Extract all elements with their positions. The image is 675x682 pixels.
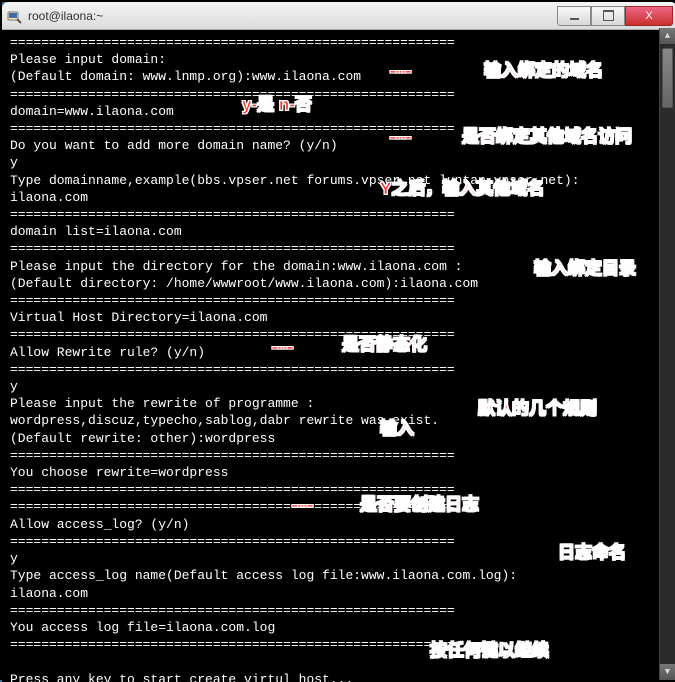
annotation-input-directory: 输入绑定目录 — [534, 260, 636, 277]
rewrite-confirm: You choose rewrite=wordpress — [10, 465, 228, 480]
separator: ========================================… — [10, 241, 455, 256]
input-y: y — [10, 551, 18, 566]
scrollbar[interactable]: ▲ ▼ — [659, 28, 675, 680]
arrow-icon: ━━━ — [390, 130, 408, 147]
vhost-directory: Virtual Host Directory=ilaona.com — [10, 310, 267, 325]
directory-prompt: Please input the directory for the domai… — [10, 259, 462, 274]
arrow-icon: ━━━ — [272, 340, 290, 357]
annotation-create-log: 是否要创建日志 — [360, 496, 479, 513]
annotation-log-name: 日志命名 — [558, 544, 626, 561]
default-rewrite-line: (Default rewrite: other):wordpress — [10, 431, 275, 446]
input-domain: ilaona.com — [10, 190, 88, 205]
accesslog-confirm: You access log file=ilaona.com.log — [10, 620, 275, 635]
scroll-down-button[interactable]: ▼ — [660, 664, 675, 680]
allow-accesslog-prompt: Allow access_log? (y/n) — [10, 517, 189, 532]
rewrite-programme-prompt: Please input the rewrite of programme : — [10, 396, 314, 411]
close-button[interactable]: X — [625, 6, 673, 26]
maximize-button[interactable] — [591, 6, 625, 26]
putty-icon — [6, 8, 22, 24]
input-y: y — [10, 379, 18, 394]
annotation-after-y-domain: Y之后，输入其他域名 — [380, 180, 544, 197]
domain-list: domain list=ilaona.com — [10, 224, 182, 239]
annotation-press-any-key: 按任何键以继续 — [430, 642, 549, 659]
annotation-input: 输入 — [380, 420, 414, 437]
separator: ========================================… — [10, 293, 455, 308]
default-directory-line: (Default directory: /home/wwwroot/www.il… — [10, 276, 478, 291]
window-title: root@ilaona:~ — [28, 9, 557, 23]
rewrite-list: wordpress,discuz,typecho,sablog,dabr rew… — [10, 413, 439, 428]
window-controls: X — [557, 6, 673, 26]
allow-rewrite-prompt: Allow Rewrite rule? (y/n) — [10, 345, 205, 360]
annotation-default-rules: 默认的几个规则 — [478, 400, 597, 417]
minimize-button[interactable] — [557, 6, 591, 26]
arrow-icon: ━━━ — [390, 64, 408, 81]
press-any-key: Press any key to start create virtul hos… — [10, 672, 353, 682]
add-more-domain-prompt: Do you want to add more domain name? (y/… — [10, 138, 338, 153]
default-domain-line: (Default domain: www.lnmp.org):www.ilaon… — [10, 69, 361, 84]
separator: ========================================… — [10, 534, 455, 549]
annotation-yes-no: y-是 n-否 — [242, 96, 312, 113]
annotation-rewrite: 是否静态化 — [342, 336, 427, 353]
titlebar[interactable]: root@ilaona:~ X — [2, 2, 675, 30]
arrow-icon: ━━━ — [292, 498, 310, 515]
separator: ========================================… — [10, 448, 455, 463]
separator: ========================================… — [10, 603, 455, 618]
annotation-bind-other-domain: 是否绑定其他域名访问 — [462, 128, 632, 145]
separator: ========================================… — [10, 87, 455, 102]
separator: ========================================… — [10, 35, 455, 50]
separator: ========================================… — [10, 362, 455, 377]
separator: ========================================… — [10, 637, 455, 652]
input-y: y — [10, 155, 18, 170]
terminal-output[interactable]: ========================================… — [2, 30, 675, 682]
annotation-input-domain: 输入绑定的域名 — [484, 62, 603, 79]
scroll-thumb[interactable] — [662, 48, 673, 108]
accesslog-name-prompt: Type access_log name(Default access log … — [10, 568, 517, 583]
terminal-window: root@ilaona:~ X ========================… — [2, 2, 675, 682]
domain-confirm: domain=www.ilaona.com — [10, 104, 174, 119]
separator: ========================================… — [10, 121, 455, 136]
separator: ========================================… — [10, 207, 455, 222]
prompt-domain: Please input domain: — [10, 52, 166, 67]
scroll-up-button[interactable]: ▲ — [660, 28, 675, 44]
input-accesslog: ilaona.com — [10, 586, 88, 601]
